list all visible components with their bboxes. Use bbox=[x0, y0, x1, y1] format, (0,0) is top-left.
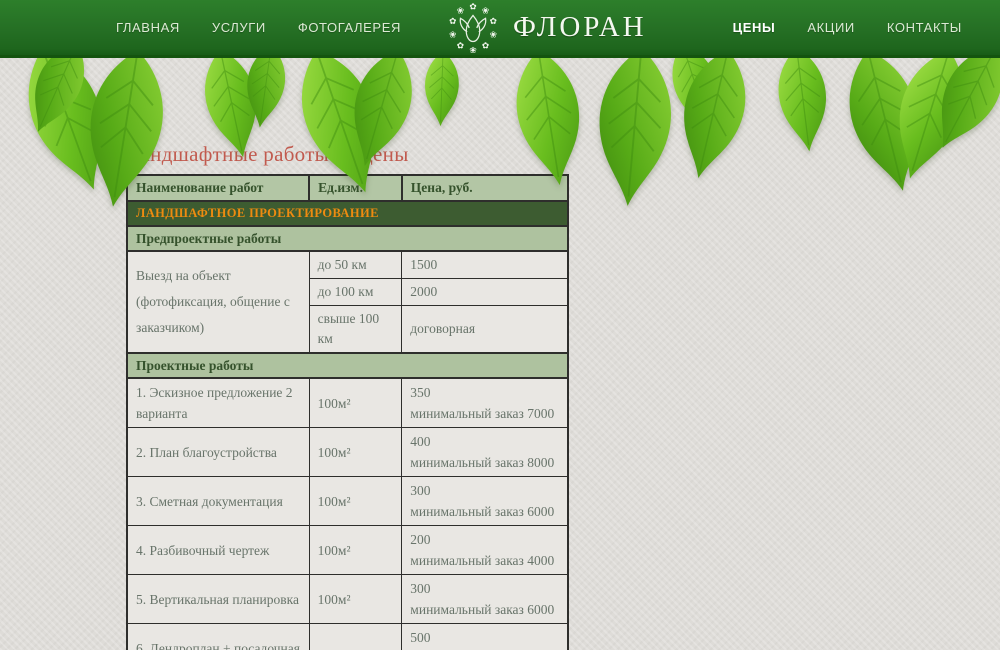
table-row: 3. Сметная документация 100м² 300 минима… bbox=[127, 477, 568, 526]
subsection-row: Проектные работы bbox=[127, 353, 568, 378]
price-value: 500 bbox=[410, 627, 559, 648]
price-cell: 2000 bbox=[402, 279, 568, 306]
price-value: 350 bbox=[410, 382, 559, 403]
col-header-work-name: Наименование работ bbox=[127, 175, 309, 201]
work-name-cell: 4. Разбивочный чертеж bbox=[127, 526, 309, 575]
price-table: Наименование работ Ед.изм. Цена, руб. ЛА… bbox=[126, 174, 569, 650]
price-cell: договорная bbox=[402, 306, 568, 354]
price-note: минимальный заказ 6000 bbox=[410, 599, 559, 620]
unit-cell: 100м² bbox=[309, 428, 402, 477]
content-area: Ландшафтные работы — цены Наименование р… bbox=[126, 142, 569, 650]
work-name-cell: 1. Эскизное предложение 2 варианта bbox=[127, 378, 309, 428]
subsection-row: Предпроектные работы bbox=[127, 226, 568, 251]
price-note: минимальный заказ 7000 bbox=[410, 403, 559, 424]
floral-wreath-icon: ✿❀✿ ❀✿❀ ✿❀✿ ❀ bbox=[445, 0, 501, 56]
nav-item-prices[interactable]: ЦЕНЫ bbox=[733, 20, 776, 35]
nav-item-contacts[interactable]: КОНТАКТЫ bbox=[887, 20, 962, 35]
logo[interactable]: ✿❀✿ ❀✿❀ ✿❀✿ ❀ ФЛОРАН bbox=[445, 0, 647, 56]
work-name-cell: 6. Дендроплан + посадочная ведомость bbox=[127, 624, 309, 650]
svg-text:✿: ✿ bbox=[449, 17, 456, 27]
nav-item-home[interactable]: ГЛАВНАЯ bbox=[116, 20, 180, 35]
svg-text:❀: ❀ bbox=[490, 30, 497, 40]
price-value: 300 bbox=[410, 578, 559, 599]
price-cell: 200 минимальный заказ 4000 bbox=[402, 526, 568, 575]
unit-cell: 100м² bbox=[309, 477, 402, 526]
svg-text:✿: ✿ bbox=[457, 41, 464, 51]
unit-cell: свыше 100 км bbox=[309, 306, 402, 354]
price-cell: 400 минимальный заказ 8000 bbox=[402, 428, 568, 477]
table-row: 2. План благоустройства 100м² 400 минима… bbox=[127, 428, 568, 477]
col-header-unit: Ед.изм. bbox=[309, 175, 402, 201]
table-row: 1. Эскизное предложение 2 варианта 100м²… bbox=[127, 378, 568, 428]
price-note: минимальный заказ 8000 bbox=[410, 452, 559, 473]
price-note: минимальный заказ 6000 bbox=[410, 501, 559, 522]
page-title: Ландшафтные работы — цены bbox=[126, 142, 569, 167]
main-nav: ГЛАВНАЯ УСЛУГИ ФОТОГАЛЕРЕЯ ✿❀✿ ❀✿❀ ✿❀✿ ❀… bbox=[0, 0, 1000, 55]
svg-text:✿: ✿ bbox=[490, 17, 497, 27]
svg-text:✿: ✿ bbox=[482, 41, 489, 51]
table-header-row: Наименование работ Ед.изм. Цена, руб. bbox=[127, 175, 568, 201]
table-row: 6. Дендроплан + посадочная ведомость 100… bbox=[127, 624, 568, 650]
price-cell: 1500 bbox=[402, 251, 568, 279]
unit-cell: 100м² bbox=[309, 624, 402, 650]
work-name-cell: 2. План благоустройства bbox=[127, 428, 309, 477]
unit-cell: до 50 км bbox=[309, 251, 402, 279]
unit-cell: до 100 км bbox=[309, 279, 402, 306]
price-value: 200 bbox=[410, 529, 559, 550]
section-title: ЛАНДШАФТНОЕ ПРОЕКТИРОВАНИЕ bbox=[127, 201, 568, 226]
unit-cell: 100м² bbox=[309, 575, 402, 624]
svg-text:❀: ❀ bbox=[482, 6, 489, 16]
nav-item-services[interactable]: УСЛУГИ bbox=[212, 20, 266, 35]
price-note: минимальный заказ 4000 bbox=[410, 550, 559, 571]
subsection-title: Проектные работы bbox=[127, 353, 568, 378]
svg-text:❀: ❀ bbox=[457, 6, 464, 16]
unit-cell: 100м² bbox=[309, 526, 402, 575]
table-row: Выезд на объект (фотофиксация, общение с… bbox=[127, 251, 568, 279]
work-name-cell: 3. Сметная документация bbox=[127, 477, 309, 526]
work-name-cell: Выезд на объект (фотофиксация, общение с… bbox=[127, 251, 309, 353]
price-cell: 500 минимальный заказ 10000 bbox=[402, 624, 568, 650]
table-row: 5. Вертикальная планировка 100м² 300 мин… bbox=[127, 575, 568, 624]
site-header: ГЛАВНАЯ УСЛУГИ ФОТОГАЛЕРЕЯ ✿❀✿ ❀✿❀ ✿❀✿ ❀… bbox=[0, 0, 1000, 58]
price-cell: 350 минимальный заказ 7000 bbox=[402, 378, 568, 428]
price-value: 300 bbox=[410, 480, 559, 501]
nav-item-gallery[interactable]: ФОТОГАЛЕРЕЯ bbox=[298, 20, 401, 35]
subsection-title: Предпроектные работы bbox=[127, 226, 568, 251]
logo-text: ФЛОРАН bbox=[513, 11, 647, 44]
unit-cell: 100м² bbox=[309, 378, 402, 428]
svg-text:❀: ❀ bbox=[449, 30, 456, 40]
svg-text:✿: ✿ bbox=[469, 2, 476, 12]
svg-text:❀: ❀ bbox=[469, 46, 476, 56]
work-name-cell: 5. Вертикальная планировка bbox=[127, 575, 309, 624]
price-cell: 300 минимальный заказ 6000 bbox=[402, 477, 568, 526]
price-value: 400 bbox=[410, 431, 559, 452]
price-cell: 300 минимальный заказ 6000 bbox=[402, 575, 568, 624]
col-header-price: Цена, руб. bbox=[402, 175, 568, 201]
table-row: 4. Разбивочный чертеж 100м² 200 минималь… bbox=[127, 526, 568, 575]
nav-item-promotions[interactable]: АКЦИИ bbox=[807, 20, 855, 35]
section-row: ЛАНДШАФТНОЕ ПРОЕКТИРОВАНИЕ bbox=[127, 201, 568, 226]
